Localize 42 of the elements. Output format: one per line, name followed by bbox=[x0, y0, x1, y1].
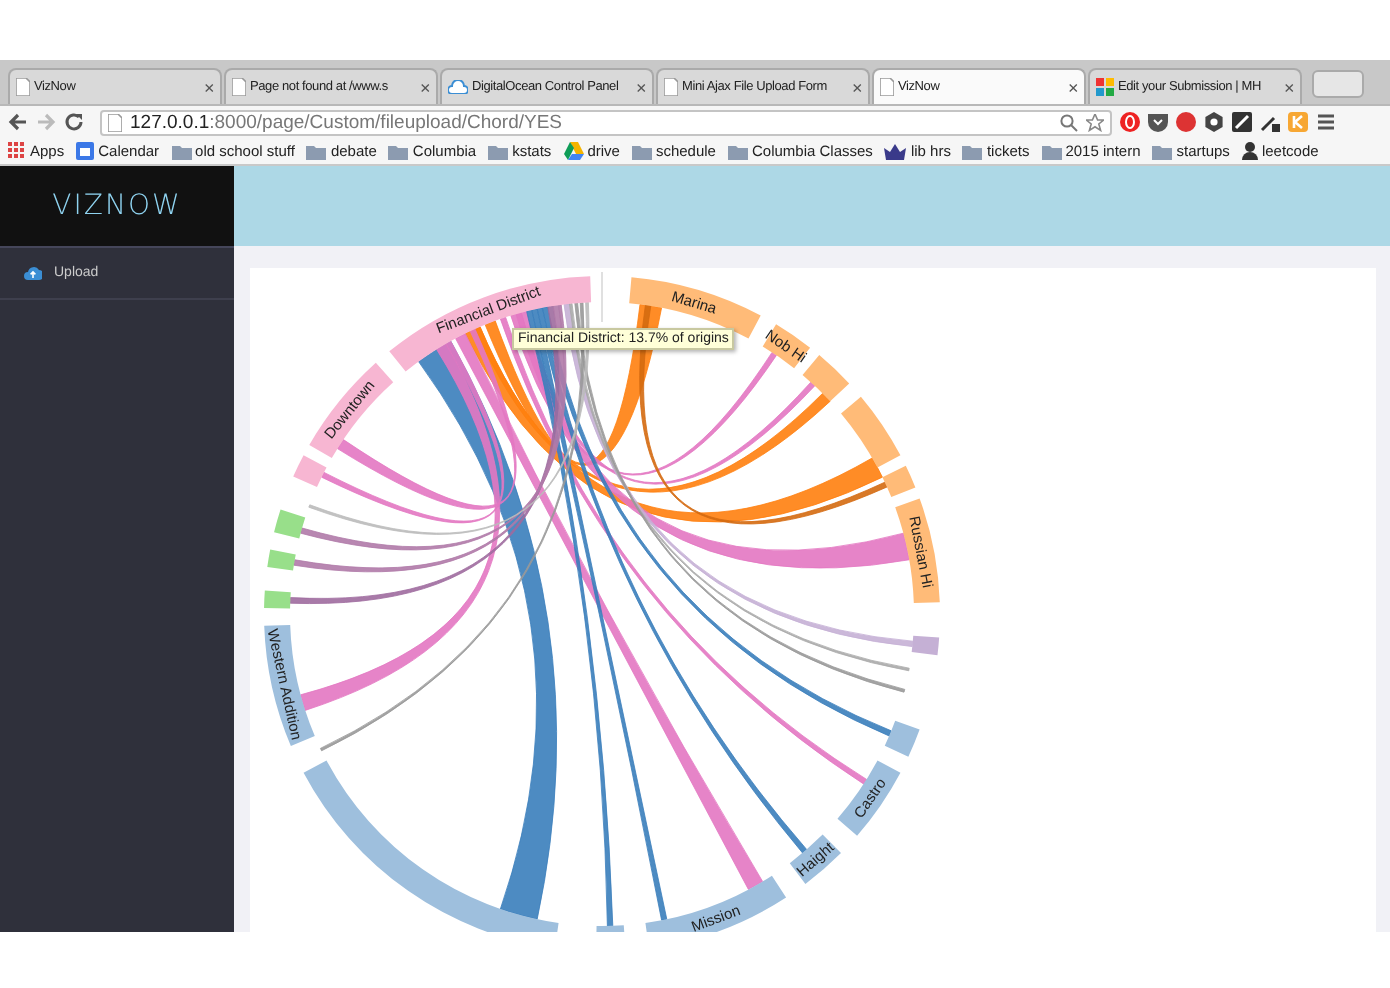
menu-icon bbox=[1316, 112, 1336, 132]
page-icon bbox=[232, 78, 246, 96]
hexagon-icon bbox=[1204, 112, 1224, 132]
pocket-icon bbox=[1148, 112, 1168, 132]
pencil-icon bbox=[1232, 112, 1252, 132]
reload-icon bbox=[64, 112, 84, 132]
apps-grid-icon bbox=[8, 142, 26, 160]
folder-icon bbox=[306, 143, 327, 159]
adblock-icon bbox=[1176, 112, 1196, 132]
star-icon bbox=[1086, 113, 1104, 131]
cloud-upload-icon bbox=[24, 266, 42, 280]
folder-icon bbox=[631, 143, 652, 159]
folder-icon bbox=[488, 143, 509, 159]
crown-icon bbox=[884, 143, 907, 159]
close-tab-icon[interactable]: × bbox=[851, 77, 862, 97]
close-tab-icon[interactable]: × bbox=[635, 77, 646, 97]
page-icon bbox=[108, 113, 122, 131]
person-icon bbox=[1241, 142, 1258, 160]
k-square-icon bbox=[1288, 112, 1308, 132]
drive-icon bbox=[563, 142, 584, 160]
folder-icon bbox=[727, 143, 748, 159]
grid-logo-icon bbox=[1096, 78, 1114, 96]
folder-icon bbox=[1041, 143, 1062, 159]
page-icon bbox=[880, 78, 894, 96]
cloud-icon bbox=[448, 80, 468, 94]
forward-arrow-icon bbox=[36, 112, 56, 132]
address-bar[interactable]: 127.0.0.1:8000/page/Custom/fileupload/Chord/YES bbox=[100, 109, 1112, 135]
zoom-icon bbox=[1060, 113, 1078, 131]
folder-icon bbox=[1152, 143, 1173, 159]
close-tab-icon[interactable]: × bbox=[203, 77, 214, 97]
close-tab-icon[interactable]: × bbox=[419, 77, 430, 97]
page-icon bbox=[664, 78, 678, 96]
folder-icon bbox=[171, 143, 192, 159]
folder-icon bbox=[388, 143, 409, 159]
close-tab-icon[interactable]: × bbox=[1067, 77, 1078, 97]
extension-icon bbox=[1120, 112, 1140, 132]
logo: VIZNOW bbox=[52, 190, 182, 222]
folder-icon bbox=[962, 143, 983, 159]
close-tab-icon[interactable]: × bbox=[1283, 77, 1294, 97]
back-arrow-icon bbox=[8, 112, 28, 132]
page-icon bbox=[16, 78, 30, 96]
new-tab-button[interactable] bbox=[1312, 70, 1364, 98]
